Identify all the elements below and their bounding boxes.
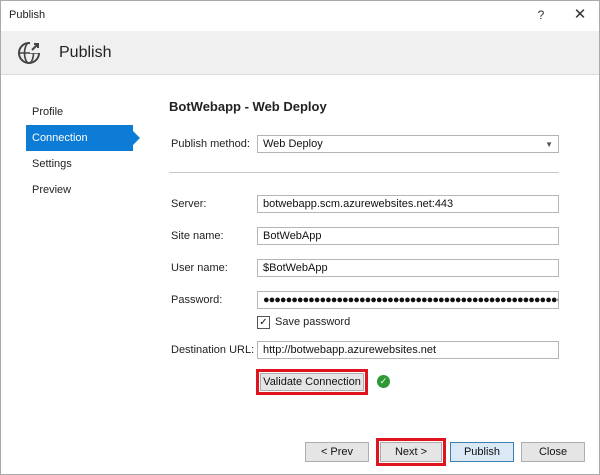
header-title: Publish bbox=[59, 44, 112, 61]
publish-method-label: Publish method: bbox=[171, 138, 250, 150]
globe-publish-icon bbox=[18, 42, 43, 64]
chevron-down-icon: ▼ bbox=[545, 140, 553, 149]
password-input[interactable]: ●●●●●●●●●●●●●●●●●●●●●●●●●●●●●●●●●●●●●●●●… bbox=[257, 291, 559, 309]
destination-url-input[interactable]: http://botwebapp.azurewebsites.net bbox=[257, 341, 559, 359]
validate-highlight: Validate Connection bbox=[256, 369, 368, 395]
password-label: Password: bbox=[171, 294, 223, 306]
save-password-checkbox[interactable]: ✓ bbox=[257, 316, 270, 329]
destination-url-label: Destination URL: bbox=[171, 344, 255, 356]
title-bar: Publish ? ✕ bbox=[1, 1, 599, 31]
publish-method-value: Web Deploy bbox=[263, 138, 323, 150]
success-check-icon: ✓ bbox=[377, 375, 390, 388]
dialog-header: Publish bbox=[1, 31, 599, 75]
site-name-row: Site name: BotWebApp bbox=[169, 227, 569, 247]
sidebar-item-connection[interactable]: Connection bbox=[26, 125, 140, 151]
validate-connection-button[interactable]: Validate Connection bbox=[260, 373, 364, 391]
profile-title: BotWebapp - Web Deploy bbox=[169, 99, 327, 114]
user-name-row: User name: $BotWebApp bbox=[169, 259, 569, 279]
site-name-label: Site name: bbox=[171, 230, 224, 242]
sidebar-item-settings[interactable]: Settings bbox=[26, 151, 142, 177]
sidebar-nav: Profile Connection Settings Preview bbox=[26, 99, 142, 203]
next-highlight: Next > bbox=[376, 438, 446, 466]
server-row: Server: botwebapp.scm.azurewebsites.net:… bbox=[169, 195, 569, 215]
server-label: Server: bbox=[171, 198, 207, 210]
site-name-input[interactable]: BotWebApp bbox=[257, 227, 559, 245]
save-password-label: Save password bbox=[275, 316, 351, 328]
close-window-button[interactable]: ✕ bbox=[569, 5, 591, 25]
destination-url-row: Destination URL: http://botwebapp.azurew… bbox=[169, 341, 569, 361]
publish-method-row: Publish method: Web Deploy ▼ bbox=[169, 135, 569, 155]
close-button[interactable]: Close bbox=[521, 442, 585, 462]
publish-method-select[interactable]: Web Deploy ▼ bbox=[257, 135, 559, 153]
section-divider bbox=[169, 172, 559, 173]
sidebar-item-preview[interactable]: Preview bbox=[26, 177, 142, 203]
server-input[interactable]: botwebapp.scm.azurewebsites.net:443 bbox=[257, 195, 559, 213]
password-row: Password: ●●●●●●●●●●●●●●●●●●●●●●●●●●●●●●… bbox=[169, 291, 569, 311]
next-button[interactable]: Next > bbox=[380, 442, 442, 462]
publish-button[interactable]: Publish bbox=[450, 442, 514, 462]
window-title: Publish bbox=[9, 9, 46, 21]
help-button[interactable]: ? bbox=[531, 5, 551, 25]
user-name-label: User name: bbox=[171, 262, 228, 274]
sidebar-item-profile[interactable]: Profile bbox=[26, 99, 142, 125]
publish-dialog: Publish ? ✕ Publish Profile Connection S… bbox=[0, 0, 600, 475]
prev-button[interactable]: < Prev bbox=[305, 442, 369, 462]
user-name-input[interactable]: $BotWebApp bbox=[257, 259, 559, 277]
